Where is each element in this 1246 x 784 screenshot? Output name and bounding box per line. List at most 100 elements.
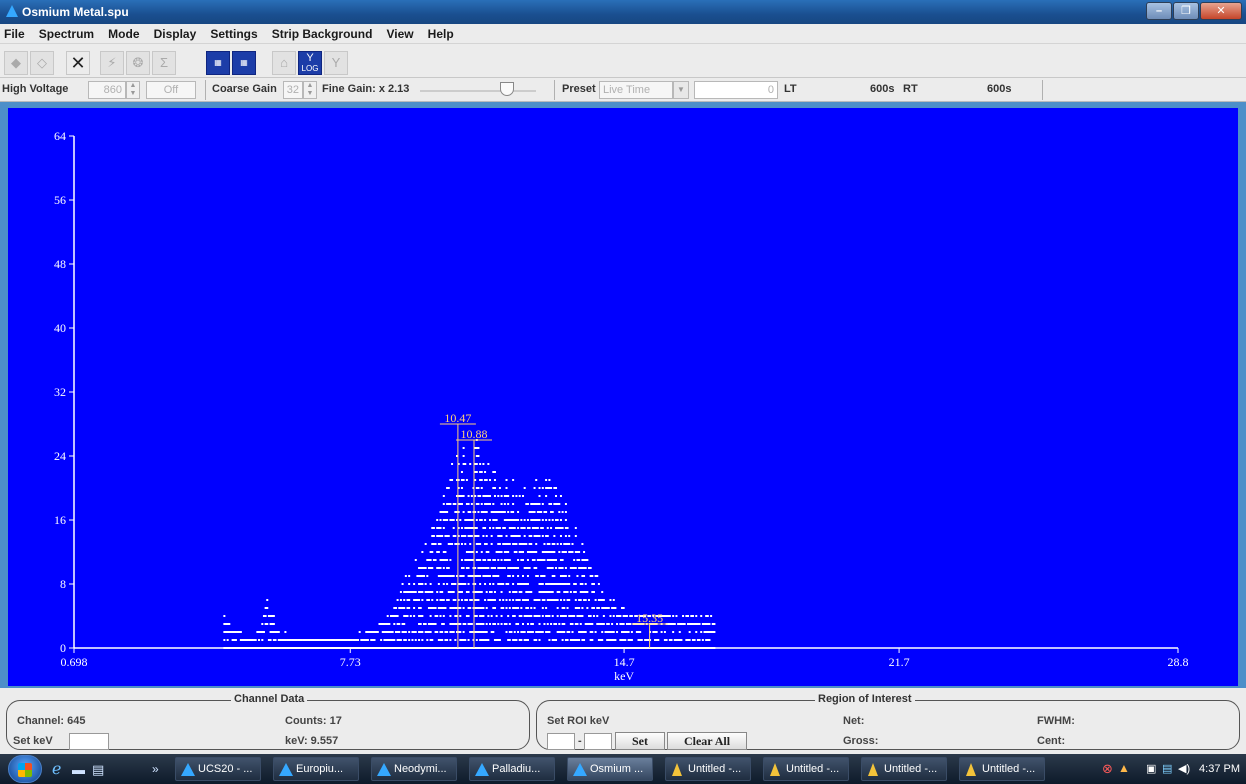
- data-point: [523, 535, 526, 537]
- menu-strip-background[interactable]: Strip Background: [266, 24, 378, 41]
- notification-icon[interactable]: ▲: [1118, 761, 1130, 775]
- hv-off-button[interactable]: Off: [146, 81, 196, 99]
- spectrum-plot[interactable]: 0 8 16 24 32 40 48 56 64 0.698 7.73 14.7 21.7 28.8 keV…: [8, 108, 1238, 686]
- data-point: [530, 607, 533, 609]
- data-point: [452, 575, 455, 577]
- data-point: [272, 615, 275, 617]
- data-point: [588, 599, 591, 601]
- sum-icon[interactable]: Σ: [152, 51, 176, 75]
- minimize-button[interactable]: –: [1146, 2, 1172, 20]
- preset-amount-input[interactable]: 0: [694, 81, 778, 99]
- browser-icon[interactable]: ℯ: [52, 759, 61, 779]
- menu-settings[interactable]: Settings: [204, 24, 262, 41]
- calibrate-icon[interactable]: ⚡: [100, 51, 124, 75]
- stop-acquisition-icon[interactable]: ◇: [30, 51, 54, 75]
- dual-display-icon[interactable]: ▦: [206, 51, 230, 75]
- data-point: [429, 631, 432, 633]
- taskbar-button[interactable]: Untitled -...: [763, 757, 849, 781]
- data-point: [459, 615, 462, 617]
- menu-spectrum[interactable]: Spectrum: [33, 24, 99, 41]
- data-point: [464, 543, 467, 545]
- taskbar-button[interactable]: Neodymi...: [371, 757, 457, 781]
- data-point: [543, 543, 546, 545]
- taskbar-button[interactable]: UCS20 - ...: [175, 757, 261, 781]
- taskbar-button[interactable]: Untitled -...: [959, 757, 1045, 781]
- show-desktop-icon[interactable]: ▬: [72, 762, 85, 777]
- data-point: [530, 543, 533, 545]
- alert-icon[interactable]: ⊗: [1102, 761, 1113, 777]
- home-icon[interactable]: ⌂: [272, 51, 296, 75]
- data-point: [497, 495, 500, 497]
- coarse-gain-stepper[interactable]: ▲ ▼: [303, 81, 317, 99]
- fine-gain-slider-thumb[interactable]: [500, 82, 514, 96]
- overlay-display-icon[interactable]: ▦: [232, 51, 256, 75]
- data-point: [592, 607, 595, 609]
- data-point: [507, 495, 510, 497]
- menu-help[interactable]: Help: [422, 24, 459, 41]
- start-acquisition-icon[interactable]: ◆: [4, 51, 28, 75]
- clear-all-button[interactable]: Clear All: [667, 732, 747, 750]
- data-point: [670, 639, 673, 641]
- data-point: [447, 599, 450, 601]
- volume-icon[interactable]: ◀): [1178, 762, 1190, 775]
- maximize-button[interactable]: ❐: [1173, 2, 1199, 20]
- fine-gain-slider[interactable]: [420, 90, 536, 92]
- data-point: [462, 607, 465, 609]
- system-tray: ⊗ ▲ ▣ ▤ ◀) 4:37 PM: [1086, 754, 1246, 784]
- data-point: [396, 615, 399, 617]
- taskbar-button[interactable]: Untitled -...: [665, 757, 751, 781]
- data-point: [538, 503, 541, 505]
- data-point: [406, 615, 409, 617]
- start-button[interactable]: [8, 755, 42, 783]
- taskbar-button[interactable]: Palladiu...: [469, 757, 555, 781]
- data-point: [434, 607, 437, 609]
- data-point: [675, 615, 678, 617]
- data-point: [581, 615, 584, 617]
- data-point: [477, 503, 480, 505]
- rt-label: RT: [903, 83, 918, 95]
- data-point: [469, 463, 472, 465]
- menu-display[interactable]: Display: [148, 24, 202, 41]
- menu-file[interactable]: File: [0, 24, 30, 41]
- data-point: [429, 583, 432, 585]
- peak-search-icon[interactable]: ❂: [126, 51, 150, 75]
- data-point: [713, 623, 716, 625]
- taskbar-button[interactable]: Untitled -...: [861, 757, 947, 781]
- high-voltage-input[interactable]: 860: [88, 81, 126, 99]
- preset-select[interactable]: Live Time: [599, 81, 673, 99]
- log-scale-icon[interactable]: Y LOG: [298, 51, 322, 75]
- data-point: [624, 639, 627, 641]
- data-point: [551, 519, 554, 521]
- close-button[interactable]: ✕: [1200, 2, 1242, 20]
- data-point: [503, 567, 506, 569]
- data-point: [571, 543, 574, 545]
- data-point: [489, 503, 492, 505]
- taskbar: ℯ ▬ ▤ » UCS20 - ... Europiu... Neodymi... P…: [0, 754, 1246, 784]
- taskbar-button[interactable]: Osmium ...: [567, 757, 653, 781]
- menu-mode[interactable]: Mode: [102, 24, 144, 41]
- network-icon[interactable]: ▤: [1162, 762, 1172, 775]
- linear-scale-icon[interactable]: Y: [324, 51, 348, 75]
- menu-view[interactable]: View: [380, 24, 418, 41]
- data-point: [657, 639, 660, 641]
- coarse-gain-input[interactable]: 32: [283, 81, 303, 99]
- chevron-down-icon[interactable]: ▼: [673, 81, 689, 99]
- clear-spectrum-icon[interactable]: ✕: [66, 51, 90, 75]
- set-roi-button[interactable]: Set: [615, 732, 665, 750]
- data-point: [475, 639, 478, 641]
- high-voltage-stepper[interactable]: ▲ ▼: [126, 81, 140, 99]
- roi-end-input[interactable]: [584, 733, 612, 750]
- switch-windows-icon[interactable]: ▤: [92, 762, 104, 778]
- data-point: [264, 615, 267, 617]
- overflow-chevron-icon[interactable]: »: [152, 762, 159, 776]
- data-point: [507, 503, 510, 505]
- set-kev-input[interactable]: [69, 733, 109, 750]
- taskbar-button[interactable]: Europiu...: [273, 757, 359, 781]
- data-point: [614, 639, 617, 641]
- data-point: [502, 583, 505, 585]
- data-point: [444, 551, 447, 553]
- spectrum-chart[interactable]: 0 8 16 24 32 40 48 56 64 0.698 7.73 14.7 21.7 28.8 keV…: [8, 108, 1238, 686]
- roi-start-input[interactable]: [547, 733, 575, 750]
- data-point: [619, 615, 622, 617]
- device-icon[interactable]: ▣: [1146, 762, 1156, 775]
